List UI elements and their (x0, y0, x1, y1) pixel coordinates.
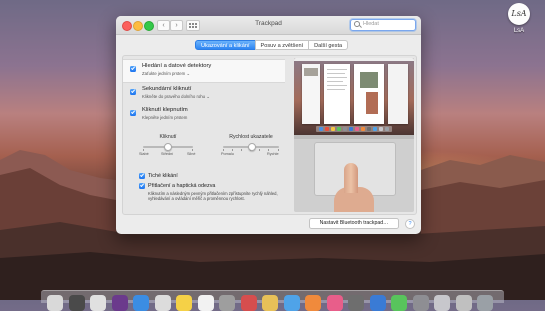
dock-app-icon[interactable] (219, 295, 235, 311)
gesture-preview-video (294, 58, 414, 212)
trackpad-preferences-window: ‹ › Trackpad Hledat Ukazování a klikání … (116, 16, 421, 234)
tap-to-click-checkbox[interactable] (130, 110, 136, 116)
setup-bluetooth-trackpad-button[interactable]: Nastavit Bluetooth trackpad… (309, 218, 399, 229)
option-subtitle: Klepněte jedním prstem (142, 115, 188, 120)
user-avatar: LsA (508, 3, 530, 25)
settings-panel: Hledání a datové detektory Zaťukte jední… (122, 55, 417, 215)
click-slider-knob[interactable] (164, 143, 172, 151)
tick-firm: Silné (187, 151, 196, 156)
dock-app-icon[interactable] (434, 295, 450, 311)
force-click-description: Kliknutím a následným pevným přitlačením… (148, 191, 278, 202)
option-secondary-click[interactable]: Sekundární kliknutí Klikněte do pravého … (123, 83, 285, 103)
dock-app-icon[interactable] (154, 295, 171, 311)
speed-slow: Pomalu (221, 151, 234, 156)
preview-finger (344, 163, 358, 193)
tab-scroll-and-zoom[interactable]: Posuv a zvětšení (254, 40, 310, 50)
click-slider-label: Kliknutí (159, 134, 177, 140)
speed-fast: Rychle (267, 151, 279, 156)
dock-app-icon[interactable] (240, 295, 257, 311)
dock-app-icon[interactable] (455, 295, 472, 311)
title-bar: ‹ › Trackpad Hledat (116, 16, 421, 35)
dock-app-icon[interactable] (176, 295, 192, 311)
speed-slider-track[interactable] (223, 143, 279, 151)
dock-app-icon[interactable] (197, 295, 214, 311)
dock-app-icon[interactable] (283, 295, 300, 311)
tab-point-and-click[interactable]: Ukazování a klikání (195, 40, 256, 50)
dock-app-icon[interactable] (391, 295, 407, 311)
tab-bar: Ukazování a klikání Posuv a zvětšení Dal… (195, 40, 349, 50)
dock (41, 290, 504, 311)
search-placeholder: Hledat (363, 21, 379, 27)
force-click-checkbox[interactable] (139, 183, 145, 189)
tracking-speed-slider[interactable]: Rychlost ukazatele Pomalu Rychle (221, 134, 279, 158)
dock-app-icon[interactable] (348, 295, 364, 311)
user-name-label: LsA (513, 28, 525, 34)
dock-app-icon[interactable] (262, 295, 278, 311)
dock-app-icon[interactable] (412, 295, 429, 311)
option-subtitle[interactable]: Zaťukte jedním prstem ⌄ (142, 71, 190, 77)
dock-app-icon[interactable] (305, 295, 321, 311)
tab-more-gestures[interactable]: Další gesta (308, 40, 349, 50)
dock-app-icon[interactable] (133, 295, 149, 311)
option-title: Hledání a datové detektory (142, 63, 212, 69)
option-tap-to-click[interactable]: Kliknutí klepnutím Klepněte jedním prste… (123, 104, 285, 124)
tick-light: Slabé (139, 151, 149, 156)
dock-app-icon[interactable] (111, 295, 128, 311)
dock-app-icon[interactable] (90, 295, 106, 311)
search-icon (354, 21, 360, 27)
dock-app-icon[interactable] (68, 295, 85, 311)
option-title: Kliknutí klepnutím (142, 107, 188, 113)
help-button[interactable]: ? (405, 219, 415, 229)
search-field[interactable]: Hledat (350, 19, 416, 31)
tick-medium: Střední (161, 151, 174, 156)
dock-app-icon[interactable] (326, 295, 343, 311)
silent-clicking-checkbox[interactable] (139, 173, 145, 179)
option-lookup-data-detectors[interactable]: Hledání a datové detektory Zaťukte jední… (123, 59, 285, 83)
click-slider-track[interactable] (143, 143, 193, 151)
dock-app-icon[interactable] (477, 295, 493, 311)
speed-slider-label: Rychlost ukazatele (229, 134, 273, 140)
lookup-checkbox[interactable] (130, 66, 136, 72)
dock-app-icon[interactable] (369, 295, 386, 311)
click-pressure-slider[interactable]: Kliknutí Slabé Střední Silné (139, 134, 196, 158)
option-title: Sekundární kliknutí (142, 86, 192, 92)
option-subtitle[interactable]: Klikněte do pravého dolního rohu ⌄ (142, 94, 210, 100)
silent-clicking-label: Tiché klikání (148, 172, 178, 179)
preview-screen (294, 58, 414, 135)
dock-app-icon[interactable] (47, 295, 63, 311)
speed-slider-knob[interactable] (248, 143, 256, 151)
force-click-label: Přitlačení a haptická odezva (148, 182, 216, 189)
desktop-user-icon[interactable]: LsA LsA (502, 3, 536, 34)
secondary-click-checkbox[interactable] (130, 89, 136, 95)
